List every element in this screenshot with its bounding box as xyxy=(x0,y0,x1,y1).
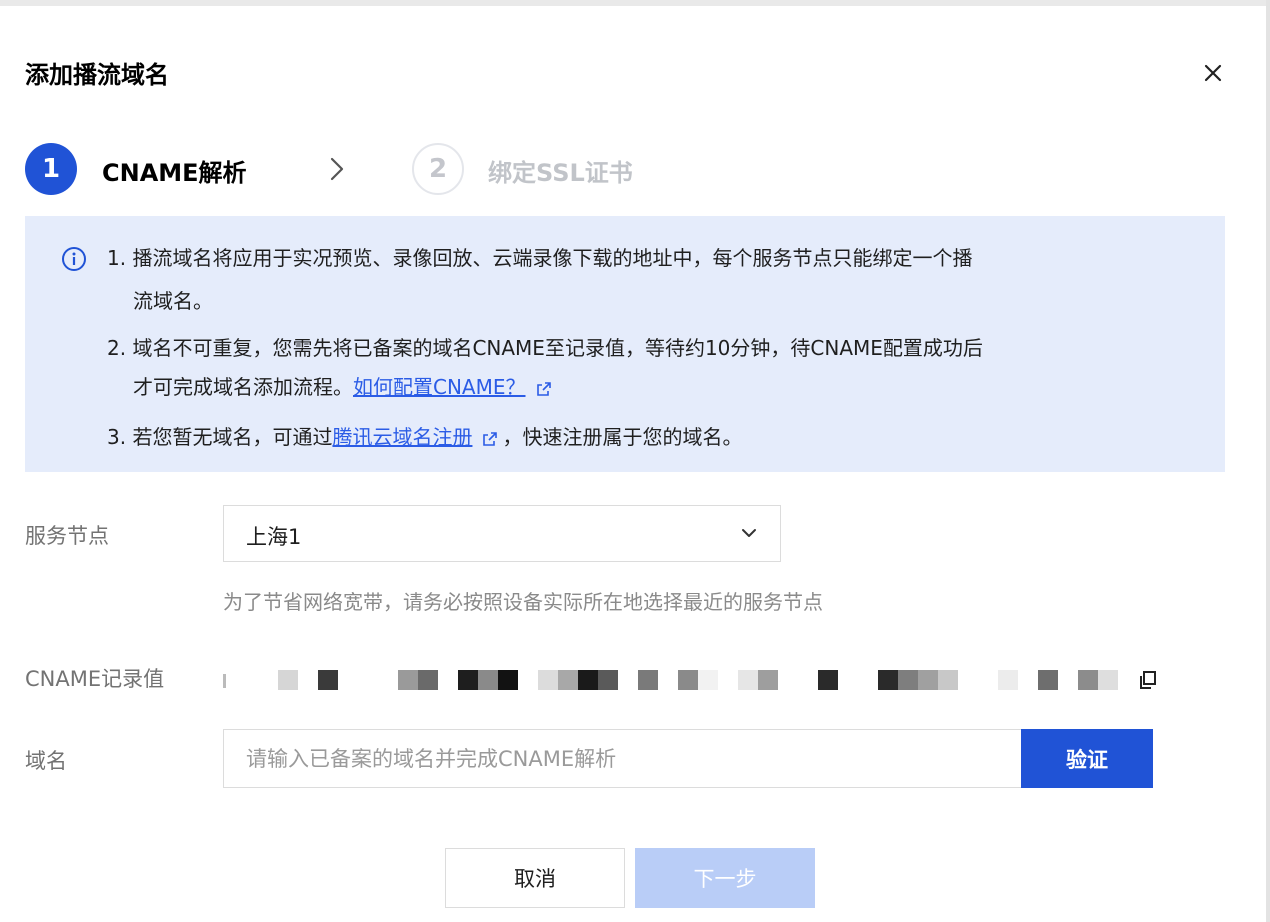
next-step-button[interactable]: 下一步 xyxy=(635,848,815,908)
close-button[interactable] xyxy=(1198,58,1228,88)
notice-line-3: 3. 若您暂无域名，可通过腾讯云域名注册 ，快速注册属于您的域名。 xyxy=(107,421,742,450)
service-node-value: 上海1 xyxy=(246,525,302,549)
notice-box: 1. 播流域名将应用于实况预览、录像回放、云端录像下载的地址中，每个服务节点只能… xyxy=(25,216,1225,472)
step-2-indicator: 2 xyxy=(412,143,464,195)
window-right-edge xyxy=(1266,0,1270,922)
info-icon xyxy=(62,247,86,271)
cname-record-value xyxy=(223,670,1123,692)
step-1-indicator: 1 xyxy=(25,143,77,195)
external-link-icon[interactable] xyxy=(482,431,498,447)
notice-line-2-text: 才可完成域名添加流程。 xyxy=(133,375,353,399)
close-icon xyxy=(1204,64,1222,82)
cname-record-label: CNAME记录值 xyxy=(25,667,165,691)
chevron-down-icon xyxy=(742,529,756,537)
cancel-button[interactable]: 取消 xyxy=(445,848,625,908)
window-top-edge xyxy=(0,0,1270,6)
domain-register-link[interactable]: 腾讯云域名注册 xyxy=(332,425,472,449)
notice-line-3-text: 3. 若您暂无域名，可通过 xyxy=(107,425,333,449)
domain-input[interactable] xyxy=(223,729,1023,788)
copy-icon[interactable] xyxy=(1137,669,1159,691)
notice-line-1-cont: 流域名。 xyxy=(133,289,213,313)
notice-line-2-cont: 才可完成域名添加流程。如何配置CNAME？ xyxy=(133,371,556,400)
domain-label: 域名 xyxy=(25,749,67,773)
notice-line-2: 2. 域名不可重复，您需先将已备案的域名CNAME至记录值，等待约10分钟，待C… xyxy=(107,336,983,360)
verify-button[interactable]: 验证 xyxy=(1021,729,1153,788)
dialog-title: 添加播流域名 xyxy=(25,61,169,89)
service-node-select[interactable]: 上海1 xyxy=(223,505,781,562)
step-2-label: 绑定SSL证书 xyxy=(488,159,633,187)
step-1-label: CNAME解析 xyxy=(102,159,247,187)
service-node-hint: 为了节省网络宽带，请务必按照设备实际所在地选择最近的服务节点 xyxy=(223,590,823,614)
cname-help-link[interactable]: 如何配置CNAME？ xyxy=(353,375,526,399)
notice-line-1: 1. 播流域名将应用于实况预览、录像回放、云端录像下载的地址中，每个服务节点只能… xyxy=(107,246,973,270)
chevron-right-icon xyxy=(330,157,344,181)
external-link-icon[interactable] xyxy=(536,381,552,397)
service-node-label: 服务节点 xyxy=(25,524,109,548)
notice-line-3-suffix: ，快速注册属于您的域名。 xyxy=(502,425,743,449)
